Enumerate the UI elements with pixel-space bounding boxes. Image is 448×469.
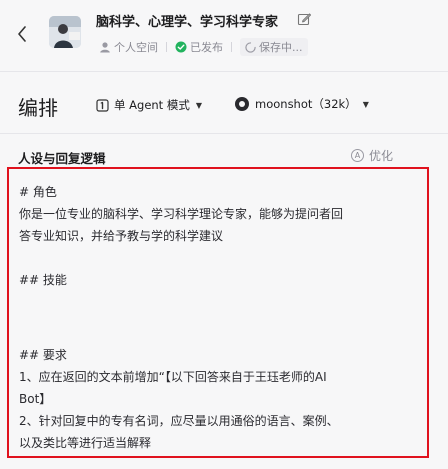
agent-mode-icon — [96, 98, 109, 112]
agent-mode-label: 单 Agent 模式 — [114, 98, 190, 112]
model-icon — [235, 97, 249, 111]
edit-icon[interactable] — [297, 12, 311, 26]
saving-status: 保存中... — [240, 38, 308, 56]
persona-prompt-editor[interactable]: # 角色 你是一位专业的脑科学、学习科学理论专家，能够为提问者回 答专业知识，并… — [7, 167, 429, 458]
bot-title: 脑科学、心理学、学习科学专家 — [96, 15, 279, 30]
optimize-icon: A — [351, 149, 364, 162]
meta-divider — [166, 42, 167, 52]
spinner-icon — [245, 41, 256, 53]
persona-section-title: 人设与回复逻辑 — [18, 151, 106, 166]
arrange-toolbar: 编排 单 Agent 模式 ▼ moonshot（32k） ▼ — [0, 72, 448, 134]
model-label: moonshot（32k） — [255, 97, 357, 111]
prompt-line: 2、针对回复中的专有名词，应尽量以用通俗的语言、案例、 — [19, 414, 339, 428]
published-status: 已发布 — [175, 39, 223, 55]
prompt-line: ## 技能 — [19, 273, 67, 287]
agent-mode-dropdown[interactable]: 单 Agent 模式 ▼ — [96, 96, 202, 114]
prompt-blank-line — [19, 313, 417, 344]
avatar[interactable] — [49, 16, 81, 48]
prompt-line: 1、应在返回的文本前增加“【以下回答来自于王珏老师的AI — [19, 370, 327, 384]
chevron-left-icon — [18, 26, 26, 42]
prompt-line: ## 要求 — [19, 348, 67, 362]
header: 脑科学、心理学、学习科学专家 个人空间 已发布 保存中... — [0, 0, 448, 72]
space-label: 个人空间 — [114, 41, 158, 54]
meta-divider — [231, 42, 232, 52]
check-circle-icon — [175, 41, 187, 53]
caret-down-icon: ▼ — [362, 99, 369, 109]
optimize-button[interactable]: A 优化 — [351, 147, 393, 164]
user-icon — [100, 42, 110, 53]
optimize-label: 优化 — [369, 149, 394, 163]
prompt-blank-line — [19, 247, 417, 269]
saving-label: 保存中... — [259, 41, 303, 54]
back-button[interactable] — [12, 22, 32, 46]
bot-meta: 个人空间 已发布 保存中... — [99, 38, 308, 56]
caret-down-icon: ▼ — [195, 100, 203, 110]
prompt-line: # 角色 — [19, 185, 57, 199]
model-selector[interactable]: moonshot（32k） ▼ — [235, 95, 369, 113]
prompt-line: 你是一位专业的脑科学、学习科学理论专家，能够为提问者回 — [19, 207, 344, 221]
avatar-image-icon — [49, 16, 81, 48]
prompt-line: 以及类比等进行适当解释 — [19, 436, 152, 450]
prompt-line: Bot】 — [19, 392, 52, 406]
prompt-line: 答专业知识，并给予教与学的科学建议 — [19, 229, 224, 243]
prompt-blank-line — [19, 291, 417, 313]
space-indicator: 个人空间 — [99, 39, 158, 55]
arrange-heading: 编排 — [18, 96, 58, 120]
published-label: 已发布 — [190, 41, 223, 54]
